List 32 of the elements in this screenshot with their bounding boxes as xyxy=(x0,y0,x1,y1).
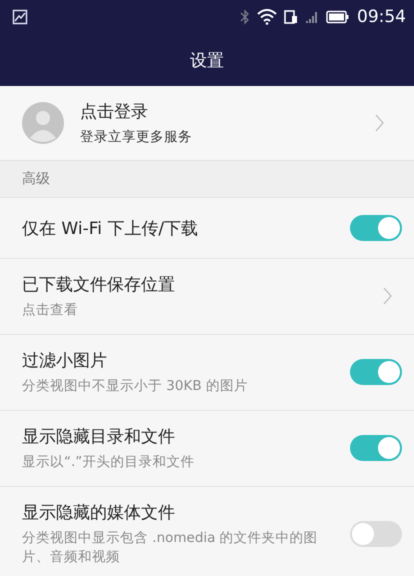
avatar-icon xyxy=(22,102,64,144)
setting-description: 点击查看 xyxy=(22,301,79,320)
setting-label: 仅在 Wi-Fi 下上传/下载 xyxy=(22,218,200,240)
setting-row[interactable]: 仅在 Wi-Fi 下上传/下载 xyxy=(0,198,414,259)
toggle-switch[interactable] xyxy=(350,359,402,386)
toggle-switch[interactable] xyxy=(350,215,402,241)
page-title: 设置 xyxy=(190,50,224,72)
wifi-icon xyxy=(257,9,277,25)
chevron-icon xyxy=(375,114,384,132)
login-label: 点击登录 xyxy=(80,100,149,123)
setting-label: 显示隐藏目录和文件 xyxy=(22,426,176,448)
setting-label: 过滤小图片 xyxy=(22,350,108,372)
setting-row[interactable]: 显示隐藏的媒体文件 分类视图中显示包含 .nomedia 的文件夹中的图片、音频和视频 xyxy=(0,486,414,576)
setting-row[interactable]: 显示隐藏目录和文件 显示以“.”开头的目录和文件 xyxy=(0,410,414,487)
setting-description: 显示以“.”开头的目录和文件 xyxy=(22,452,196,472)
bluetooth-icon xyxy=(240,9,250,25)
login-subtitle: 登录立享更多服务 xyxy=(80,128,193,146)
chevron-icon xyxy=(383,287,392,306)
setting-label: 已下载文件保存位置 xyxy=(22,274,176,296)
image-icon xyxy=(12,9,28,25)
toggle-switch[interactable] xyxy=(350,520,402,547)
clock-time: 09:54 xyxy=(357,7,406,27)
setting-description: 分类视图中显示包含 .nomedia 的文件夹中的图片、音频和视频 xyxy=(22,528,319,566)
setting-row[interactable]: 已下载文件保存位置 点击查看 xyxy=(0,259,414,335)
section-title: 高级 xyxy=(22,170,50,188)
toggle-switch[interactable] xyxy=(350,435,402,462)
sim-card-icon xyxy=(284,9,298,25)
battery-icon xyxy=(326,9,350,25)
setting-label: 显示隐藏的媒体文件 xyxy=(22,502,176,524)
setting-description: 分类视图中不显示小于 30KB 的图片 xyxy=(22,376,249,396)
signal-icon xyxy=(305,9,319,25)
setting-row[interactable]: 过滤小图片 分类视图中不显示小于 30KB 的图片 xyxy=(0,334,414,411)
